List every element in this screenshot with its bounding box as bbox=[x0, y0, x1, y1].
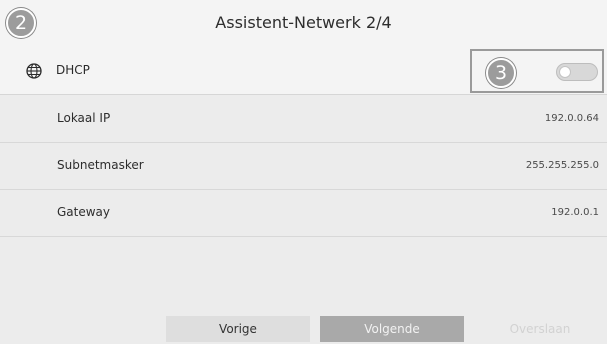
dhcp-label: DHCP bbox=[56, 63, 90, 77]
row-label: Subnetmasker bbox=[57, 158, 144, 172]
row-label: Lokaal IP bbox=[57, 111, 111, 125]
row-value: 192.0.0.64 bbox=[544, 113, 599, 124]
page-title: Assistent-Netwerk 2/4 bbox=[215, 13, 392, 32]
footer-bar: Vorige Volgende Overslaan bbox=[0, 312, 607, 344]
skip-button[interactable]: Overslaan bbox=[480, 316, 600, 342]
list-item-gateway[interactable]: Gateway 192.0.0.1 bbox=[0, 190, 607, 237]
dhcp-row: DHCP 3 bbox=[0, 46, 607, 95]
next-button[interactable]: Volgende bbox=[320, 316, 464, 342]
step-badge-3: 3 bbox=[486, 58, 516, 88]
toggle-knob bbox=[559, 66, 571, 78]
row-value: 255.255.255.0 bbox=[525, 160, 599, 171]
row-value: 192.0.0.1 bbox=[551, 207, 599, 218]
list-item-subnet-mask[interactable]: Subnetmasker 255.255.255.0 bbox=[0, 143, 607, 190]
dhcp-toggle[interactable] bbox=[556, 63, 598, 81]
previous-button[interactable]: Vorige bbox=[166, 316, 310, 342]
dhcp-toggle-highlight: 3 bbox=[470, 49, 604, 93]
row-label: Gateway bbox=[57, 205, 111, 219]
network-wizard-screen: 2 Assistent-Netwerk 2/4 DHCP 3 Lokaal IP… bbox=[0, 0, 607, 344]
header-bar: 2 Assistent-Netwerk 2/4 bbox=[0, 0, 607, 46]
globe-icon bbox=[26, 63, 42, 79]
list-item-local-ip[interactable]: Lokaal IP 192.0.0.64 bbox=[0, 96, 607, 143]
